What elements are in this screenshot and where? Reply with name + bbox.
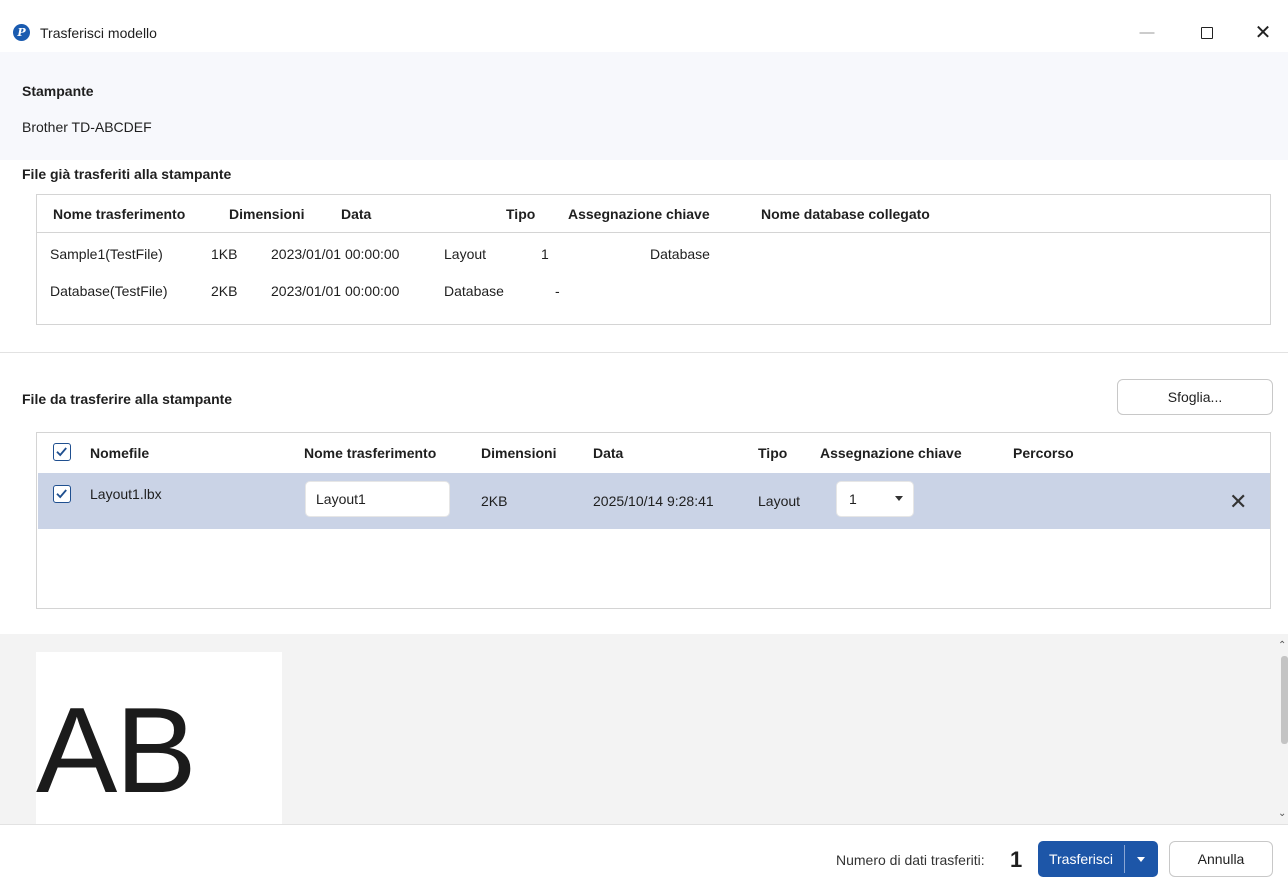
col-header-path: Percorso	[1013, 445, 1074, 461]
cell-size: 1KB	[211, 246, 238, 262]
checkmark-icon	[56, 489, 67, 499]
preview-text: AB	[36, 682, 197, 818]
section-divider	[0, 352, 1288, 353]
cell-key: -	[555, 283, 560, 299]
transfer-options-button[interactable]	[1124, 841, 1158, 877]
col-header-size: Dimensioni	[481, 445, 557, 461]
close-window-button[interactable]: ✕	[1240, 18, 1286, 48]
transfer-button[interactable]: Trasferisci	[1038, 841, 1124, 877]
cell-date: 2023/01/01 00:00:00	[271, 283, 400, 299]
col-header-date: Data	[593, 445, 624, 461]
key-assignment-dropdown[interactable]: 1	[836, 481, 914, 517]
col-header-date: Data	[341, 206, 372, 222]
title-bar: P Trasferisci modello — ✕	[0, 0, 1288, 52]
col-header-size: Dimensioni	[229, 206, 305, 222]
col-header-key-assignment: Assegnazione chiave	[820, 445, 962, 461]
remove-file-icon[interactable]: ✕	[1229, 491, 1247, 513]
cell-type: Layout	[444, 246, 487, 262]
cell-transfer-name: Database(TestFile)	[50, 283, 168, 299]
transfer-split-button: Trasferisci	[1038, 841, 1158, 877]
printer-name: Brother TD-ABCDEF	[22, 119, 152, 135]
cell-linked-database: Database	[650, 246, 710, 262]
transfer-name-input[interactable]: Layout1	[305, 481, 450, 517]
col-header-filename: Nomefile	[90, 445, 150, 461]
col-header-transfer-name: Nome trasferimento	[304, 445, 437, 461]
minimize-button[interactable]: —	[1124, 18, 1170, 48]
cell-key: 1	[541, 246, 549, 262]
cell-transfer-name: Sample1(TestFile)	[50, 246, 163, 262]
row-checkbox[interactable]	[53, 485, 71, 503]
col-header-type: Tipo	[506, 206, 536, 222]
col-header-key-assignment: Assegnazione chiave	[568, 206, 710, 222]
maximize-button[interactable]	[1184, 18, 1230, 48]
col-header-transfer-name: Nome trasferimento	[53, 206, 186, 222]
cell-size: 2KB	[481, 493, 508, 509]
cell-type: Layout	[758, 493, 801, 509]
cell-type: Database	[444, 283, 504, 299]
transfer-count-label: Numero di dati trasferiti:	[836, 852, 985, 868]
maximize-icon	[1201, 27, 1213, 39]
cell-date: 2025/10/14 9:28:41	[593, 493, 714, 509]
col-header-type: Tipo	[758, 445, 788, 461]
cell-date: 2023/01/01 00:00:00	[271, 246, 400, 262]
scroll-up-icon[interactable]: ⌃	[1278, 640, 1286, 651]
scroll-down-icon[interactable]: ⌄	[1278, 808, 1286, 819]
col-header-linked-database: Nome database collegato	[761, 206, 930, 222]
cancel-button[interactable]: Annulla	[1169, 841, 1273, 877]
cell-filename: Layout1.lbx	[90, 486, 162, 502]
select-all-checkbox[interactable]	[53, 443, 71, 461]
header-divider	[37, 232, 1270, 233]
window-title: Trasferisci modello	[40, 25, 157, 41]
scrollbar-thumb[interactable]	[1281, 656, 1288, 744]
chevron-down-icon	[1137, 857, 1145, 862]
chevron-down-icon	[895, 496, 903, 501]
printer-section	[0, 52, 1288, 160]
cell-size: 2KB	[211, 283, 238, 299]
printer-label: Stampante	[22, 83, 94, 99]
key-assignment-value: 1	[849, 491, 857, 507]
label-preview: AB	[36, 652, 282, 824]
transfer-count-value: 1	[1010, 847, 1023, 872]
checkmark-icon	[56, 447, 67, 457]
transferred-files-label: File già trasferiti alla stampante	[22, 166, 232, 182]
brother-p-logo-icon: P	[13, 24, 30, 41]
files-to-transfer-label: File da trasferire alla stampante	[22, 391, 233, 407]
browse-button[interactable]: Sfoglia...	[1117, 379, 1273, 415]
